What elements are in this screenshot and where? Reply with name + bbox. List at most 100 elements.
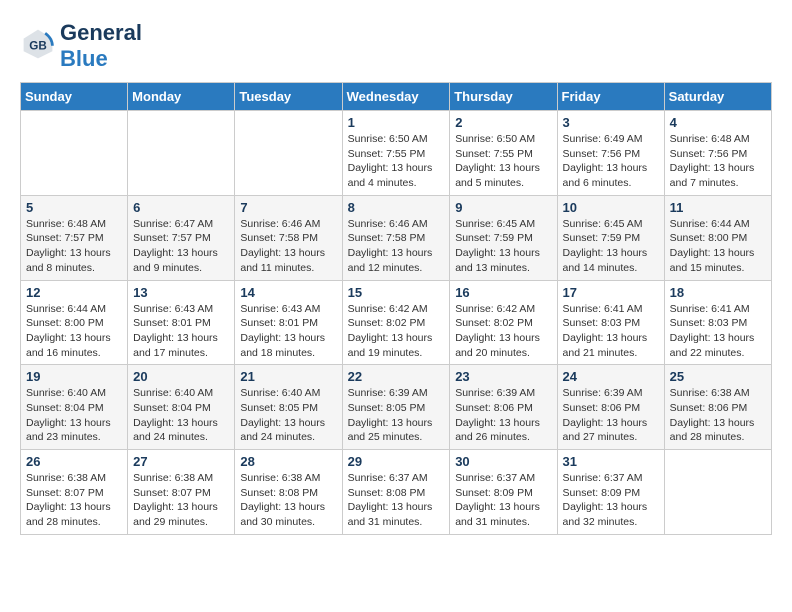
- calendar-week-row: 1 Sunrise: 6:50 AM Sunset: 7:55 PM Daylig…: [21, 111, 772, 196]
- calendar-day-cell: 19 Sunrise: 6:40 AM Sunset: 8:04 PM Dayli…: [21, 365, 128, 450]
- calendar-day-cell: 6 Sunrise: 6:47 AM Sunset: 7:57 PM Daylig…: [128, 195, 235, 280]
- weekday-header: Friday: [557, 83, 664, 111]
- day-number: 23: [455, 369, 551, 384]
- day-number: 7: [240, 200, 336, 215]
- day-number: 16: [455, 285, 551, 300]
- calendar-day-cell: 4 Sunrise: 6:48 AM Sunset: 7:56 PM Daylig…: [664, 111, 771, 196]
- calendar-day-cell: 24Sunrise: 6:39 AM Sunset: 8:06 PM Dayli…: [557, 365, 664, 450]
- calendar-day-cell: 30 Sunrise: 6:37 AM Sunset: 8:09 PM Dayli…: [450, 450, 557, 535]
- day-number: 6: [133, 200, 229, 215]
- calendar-day-cell: 14 Sunrise: 6:43 AM Sunset: 8:01 PM Dayli…: [235, 280, 342, 365]
- day-info: Sunrise: 6:37 AM Sunset: 8:09 PM Dayligh…: [563, 471, 659, 530]
- weekday-header: Sunday: [21, 83, 128, 111]
- day-info: Sunrise: 6:48 AM Sunset: 7:57 PM Dayligh…: [26, 217, 122, 276]
- calendar-day-cell: 25 Sunrise: 6:38 AM Sunset: 8:06 PM Dayli…: [664, 365, 771, 450]
- day-number: 11: [670, 200, 766, 215]
- day-number: 13: [133, 285, 229, 300]
- calendar-day-cell: 5 Sunrise: 6:48 AM Sunset: 7:57 PM Daylig…: [21, 195, 128, 280]
- logo-icon: GB: [20, 26, 56, 62]
- calendar-day-cell: [235, 111, 342, 196]
- page-header: GB General Blue: [20, 20, 772, 72]
- calendar-day-cell: 12 Sunrise: 6:44 AM Sunset: 8:00 PM Dayli…: [21, 280, 128, 365]
- day-info: Sunrise: 6:46 AM Sunset: 7:58 PM Dayligh…: [348, 217, 445, 276]
- day-number: 25: [670, 369, 766, 384]
- day-number: 4: [670, 115, 766, 130]
- day-info: Sunrise: 6:50 AM Sunset: 7:55 PM Dayligh…: [455, 132, 551, 191]
- calendar-body: 1 Sunrise: 6:50 AM Sunset: 7:55 PM Daylig…: [21, 111, 772, 535]
- logo: GB General Blue: [20, 20, 142, 72]
- day-number: 14: [240, 285, 336, 300]
- calendar-day-cell: 27 Sunrise: 6:38 AM Sunset: 8:07 PM Dayli…: [128, 450, 235, 535]
- day-number: 18: [670, 285, 766, 300]
- day-info: Sunrise: 6:50 AM Sunset: 7:55 PM Dayligh…: [348, 132, 445, 191]
- logo-text-general: General: [60, 20, 142, 45]
- day-info: Sunrise: 6:44 AM Sunset: 8:00 PM Dayligh…: [670, 217, 766, 276]
- day-info: Sunrise: 6:42 AM Sunset: 8:02 PM Dayligh…: [348, 302, 445, 361]
- calendar-day-cell: 26 Sunrise: 6:38 AM Sunset: 8:07 PM Dayli…: [21, 450, 128, 535]
- day-number: 10: [563, 200, 659, 215]
- svg-text:GB: GB: [29, 39, 47, 52]
- day-info: Sunrise: 6:43 AM Sunset: 8:01 PM Dayligh…: [240, 302, 336, 361]
- day-number: 12: [26, 285, 122, 300]
- day-number: 22: [348, 369, 445, 384]
- day-number: 3: [563, 115, 659, 130]
- calendar-day-cell: 3 Sunrise: 6:49 AM Sunset: 7:56 PM Daylig…: [557, 111, 664, 196]
- day-info: Sunrise: 6:49 AM Sunset: 7:56 PM Dayligh…: [563, 132, 659, 191]
- calendar-week-row: 19 Sunrise: 6:40 AM Sunset: 8:04 PM Dayli…: [21, 365, 772, 450]
- day-number: 1: [348, 115, 445, 130]
- calendar-day-cell: 10 Sunrise: 6:45 AM Sunset: 7:59 PM Dayli…: [557, 195, 664, 280]
- weekday-header: Monday: [128, 83, 235, 111]
- day-info: Sunrise: 6:37 AM Sunset: 8:09 PM Dayligh…: [455, 471, 551, 530]
- day-info: Sunrise: 6:40 AM Sunset: 8:04 PM Dayligh…: [26, 386, 122, 445]
- day-number: 31: [563, 454, 659, 469]
- day-info: Sunrise: 6:45 AM Sunset: 7:59 PM Dayligh…: [563, 217, 659, 276]
- day-number: 9: [455, 200, 551, 215]
- day-info: Sunrise: 6:44 AM Sunset: 8:00 PM Dayligh…: [26, 302, 122, 361]
- weekday-row: SundayMondayTuesdayWednesdayThursdayFrid…: [21, 83, 772, 111]
- day-info: Sunrise: 6:42 AM Sunset: 8:02 PM Dayligh…: [455, 302, 551, 361]
- calendar-day-cell: 15Sunrise: 6:42 AM Sunset: 8:02 PM Dayli…: [342, 280, 450, 365]
- day-info: Sunrise: 6:38 AM Sunset: 8:07 PM Dayligh…: [133, 471, 229, 530]
- calendar-week-row: 12 Sunrise: 6:44 AM Sunset: 8:00 PM Dayli…: [21, 280, 772, 365]
- calendar-day-cell: 18Sunrise: 6:41 AM Sunset: 8:03 PM Dayli…: [664, 280, 771, 365]
- day-number: 19: [26, 369, 122, 384]
- weekday-header: Tuesday: [235, 83, 342, 111]
- day-number: 8: [348, 200, 445, 215]
- day-info: Sunrise: 6:43 AM Sunset: 8:01 PM Dayligh…: [133, 302, 229, 361]
- calendar-day-cell: 9 Sunrise: 6:45 AM Sunset: 7:59 PM Daylig…: [450, 195, 557, 280]
- day-info: Sunrise: 6:45 AM Sunset: 7:59 PM Dayligh…: [455, 217, 551, 276]
- day-number: 28: [240, 454, 336, 469]
- day-info: Sunrise: 6:37 AM Sunset: 8:08 PM Dayligh…: [348, 471, 445, 530]
- day-number: 26: [26, 454, 122, 469]
- day-info: Sunrise: 6:38 AM Sunset: 8:07 PM Dayligh…: [26, 471, 122, 530]
- day-number: 30: [455, 454, 551, 469]
- day-number: 20: [133, 369, 229, 384]
- day-number: 21: [240, 369, 336, 384]
- day-number: 5: [26, 200, 122, 215]
- day-number: 24: [563, 369, 659, 384]
- day-info: Sunrise: 6:38 AM Sunset: 8:06 PM Dayligh…: [670, 386, 766, 445]
- day-number: 27: [133, 454, 229, 469]
- weekday-header: Thursday: [450, 83, 557, 111]
- day-info: Sunrise: 6:47 AM Sunset: 7:57 PM Dayligh…: [133, 217, 229, 276]
- calendar-day-cell: 16 Sunrise: 6:42 AM Sunset: 8:02 PM Dayli…: [450, 280, 557, 365]
- calendar-day-cell: 21 Sunrise: 6:40 AM Sunset: 8:05 PM Dayli…: [235, 365, 342, 450]
- calendar-day-cell: 17Sunrise: 6:41 AM Sunset: 8:03 PM Dayli…: [557, 280, 664, 365]
- day-number: 17: [563, 285, 659, 300]
- day-number: 2: [455, 115, 551, 130]
- calendar-day-cell: 20 Sunrise: 6:40 AM Sunset: 8:04 PM Dayli…: [128, 365, 235, 450]
- calendar-day-cell: 7Sunrise: 6:46 AM Sunset: 7:58 PM Daylig…: [235, 195, 342, 280]
- day-info: Sunrise: 6:40 AM Sunset: 8:05 PM Dayligh…: [240, 386, 336, 445]
- logo-text-blue: Blue: [60, 46, 108, 71]
- calendar-day-cell: [21, 111, 128, 196]
- weekday-header: Wednesday: [342, 83, 450, 111]
- calendar-header: SundayMondayTuesdayWednesdayThursdayFrid…: [21, 83, 772, 111]
- day-info: Sunrise: 6:48 AM Sunset: 7:56 PM Dayligh…: [670, 132, 766, 191]
- day-info: Sunrise: 6:38 AM Sunset: 8:08 PM Dayligh…: [240, 471, 336, 530]
- calendar-day-cell: 29Sunrise: 6:37 AM Sunset: 8:08 PM Dayli…: [342, 450, 450, 535]
- calendar-day-cell: 8 Sunrise: 6:46 AM Sunset: 7:58 PM Daylig…: [342, 195, 450, 280]
- calendar-day-cell: 31 Sunrise: 6:37 AM Sunset: 8:09 PM Dayli…: [557, 450, 664, 535]
- day-info: Sunrise: 6:39 AM Sunset: 8:05 PM Dayligh…: [348, 386, 445, 445]
- calendar-day-cell: 23Sunrise: 6:39 AM Sunset: 8:06 PM Dayli…: [450, 365, 557, 450]
- day-info: Sunrise: 6:40 AM Sunset: 8:04 PM Dayligh…: [133, 386, 229, 445]
